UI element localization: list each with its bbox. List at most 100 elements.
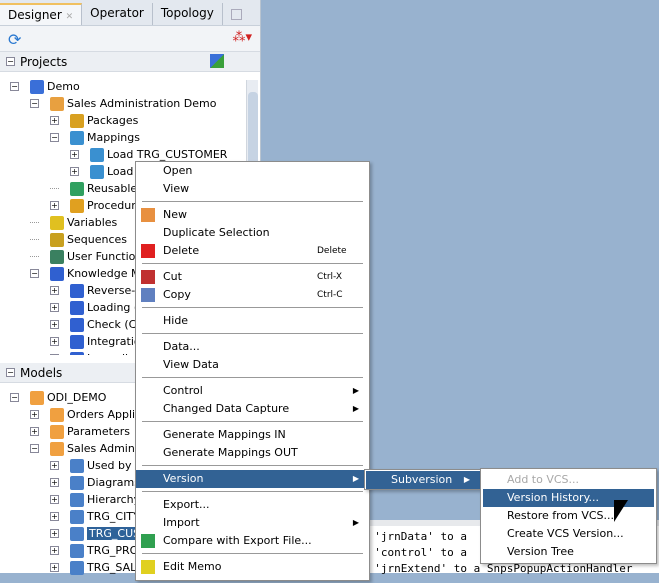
navigator-tabs: Designer ✕ Operator Topology: [0, 0, 260, 26]
menu-item-view-data[interactable]: View Data: [136, 356, 369, 374]
expand-icon[interactable]: +: [50, 512, 59, 521]
menu-item-add-to-vcs[interactable]: Add to VCS...: [483, 471, 654, 489]
submenu-arrow-icon: ▶: [463, 475, 470, 484]
expand-icon[interactable]: +: [50, 201, 59, 210]
menu-item-version-history[interactable]: Version History...: [483, 489, 654, 507]
tree-node[interactable]: + Parameters: [30, 423, 130, 440]
tree-node[interactable]: + Check (C: [50, 316, 136, 333]
menu-item-version-tree[interactable]: Version Tree: [483, 543, 654, 561]
menu-item-changed-data-capture[interactable]: Changed Data Capture ▶: [136, 400, 369, 418]
expand-icon[interactable]: +: [50, 563, 59, 572]
menu-item-copy[interactable]: Copy Ctrl-C: [136, 286, 369, 304]
tree-node[interactable]: + Load: [70, 163, 133, 180]
expand-icon[interactable]: +: [50, 546, 59, 555]
tree-node[interactable]: + Orders Appli: [30, 406, 135, 423]
tree-node[interactable]: − Sales Administration Demo: [30, 95, 216, 112]
menu-item-generate-mappings-in[interactable]: Generate Mappings IN: [136, 426, 369, 444]
expand-icon[interactable]: +: [30, 410, 39, 419]
expand-icon[interactable]: +: [50, 529, 59, 538]
node-label: Sales Admini: [67, 442, 138, 455]
expand-icon[interactable]: +: [50, 495, 59, 504]
menu-item-version[interactable]: Version ▶: [136, 470, 369, 488]
connect-navigator-icon[interactable]: ⁂▾: [232, 30, 252, 45]
menu-item-generate-mappings-out[interactable]: Generate Mappings OUT: [136, 444, 369, 462]
tree-node[interactable]: + Loading (: [50, 299, 138, 316]
menu-item-cut[interactable]: Cut Ctrl-X: [136, 268, 369, 286]
tree-node[interactable]: + Used by: [50, 457, 132, 474]
expand-icon[interactable]: +: [70, 150, 79, 159]
collapse-icon[interactable]: −: [10, 82, 19, 91]
menu-item-compare-with-export-file[interactable]: Compare with Export File...: [136, 532, 369, 550]
tab-topology[interactable]: Topology: [153, 3, 223, 25]
refresh-icon[interactable]: ⟳: [8, 30, 21, 49]
expand-icon[interactable]: +: [30, 427, 39, 436]
menu-item-restore-from-vcs[interactable]: Restore from VCS...: [483, 507, 654, 525]
menu-item-duplicate-selection[interactable]: Duplicate Selection: [136, 224, 369, 242]
menu-item-export[interactable]: Export...: [136, 496, 369, 514]
expand-icon[interactable]: +: [50, 354, 59, 355]
tab-operator[interactable]: Operator: [82, 3, 153, 25]
expand-icon[interactable]: +: [50, 116, 59, 125]
expand-icon[interactable]: +: [50, 337, 59, 346]
menu-separator: [136, 260, 369, 268]
tree-node[interactable]: Variables: [30, 214, 117, 231]
submenu-arrow-icon: ▶: [352, 474, 359, 483]
projects-header[interactable]: − Projects: [0, 52, 260, 72]
node-icon: [70, 181, 84, 196]
menu-item-control[interactable]: Control ▶: [136, 382, 369, 400]
menu-item-subversion[interactable]: Subversion ▶: [366, 471, 480, 489]
tree-node[interactable]: + Packages: [50, 112, 138, 129]
tree-node[interactable]: Reusable: [50, 180, 137, 197]
tree-node[interactable]: + Journaliz: [50, 350, 134, 355]
tree-node[interactable]: + Diagrams: [50, 474, 140, 491]
tree-node[interactable]: Sequences: [30, 231, 127, 248]
minimize-icon[interactable]: [230, 9, 242, 20]
node-icon: [50, 96, 64, 111]
tree-node[interactable]: + TRG_CITY: [50, 508, 140, 525]
tree-node[interactable]: User Functio: [30, 248, 135, 265]
tree-node[interactable]: + Integratio: [50, 333, 141, 350]
tree-node[interactable]: − Sales Admini: [30, 440, 138, 457]
menu-shortcut: Delete: [317, 246, 347, 256]
tree-node[interactable]: − Demo: [10, 78, 80, 95]
expand-icon[interactable]: +: [50, 461, 59, 470]
new-icon: [141, 208, 155, 222]
tree-node[interactable]: − Knowledge M: [30, 265, 140, 282]
tree-node[interactable]: − Mappings: [50, 129, 140, 146]
menu-item-open[interactable]: Open: [136, 162, 369, 180]
tree-node[interactable]: + Procedur: [50, 197, 136, 214]
menu-item-hide[interactable]: Hide: [136, 312, 369, 330]
node-label: Parameters: [67, 425, 130, 438]
collapse-icon[interactable]: −: [30, 269, 39, 278]
expand-icon[interactable]: +: [70, 167, 79, 176]
tree-node[interactable]: − ODI_DEMO: [10, 389, 106, 406]
collapse-icon[interactable]: −: [6, 368, 15, 377]
menu-item-delete[interactable]: Delete Delete: [136, 242, 369, 260]
expand-icon[interactable]: +: [50, 286, 59, 295]
collapse-icon[interactable]: −: [6, 57, 15, 66]
tree-node[interactable]: + TRG_CUS: [50, 525, 143, 542]
expand-icon[interactable]: +: [50, 320, 59, 329]
menu-item-create-vcs-version[interactable]: Create VCS Version...: [483, 525, 654, 543]
tree-node[interactable]: + TRG_SAL: [50, 559, 136, 576]
menu-label: Duplicate Selection: [163, 226, 270, 239]
menu-item-view[interactable]: View: [136, 180, 369, 198]
scroll-thumb[interactable]: [248, 92, 258, 172]
collapse-icon[interactable]: −: [30, 99, 39, 108]
tree-node[interactable]: + TRG_PRO: [50, 542, 138, 559]
new-project-icon[interactable]: [210, 54, 224, 68]
collapse-icon[interactable]: −: [10, 393, 19, 402]
expand-icon[interactable]: +: [50, 478, 59, 487]
menu-item-new[interactable]: New: [136, 206, 369, 224]
expand-icon[interactable]: +: [50, 303, 59, 312]
collapse-icon[interactable]: −: [50, 133, 59, 142]
tree-node[interactable]: + Hierarchy: [50, 491, 140, 508]
tree-node[interactable]: + Reverse-: [50, 282, 135, 299]
tab-designer[interactable]: Designer ✕: [0, 3, 83, 25]
menu-label: Open: [163, 164, 193, 177]
menu-item-edit-memo[interactable]: Edit Memo: [136, 558, 369, 576]
menu-item-import[interactable]: Import ▶: [136, 514, 369, 532]
close-icon[interactable]: ✕: [66, 12, 74, 22]
menu-item-data[interactable]: Data...: [136, 338, 369, 356]
collapse-icon[interactable]: −: [30, 444, 39, 453]
